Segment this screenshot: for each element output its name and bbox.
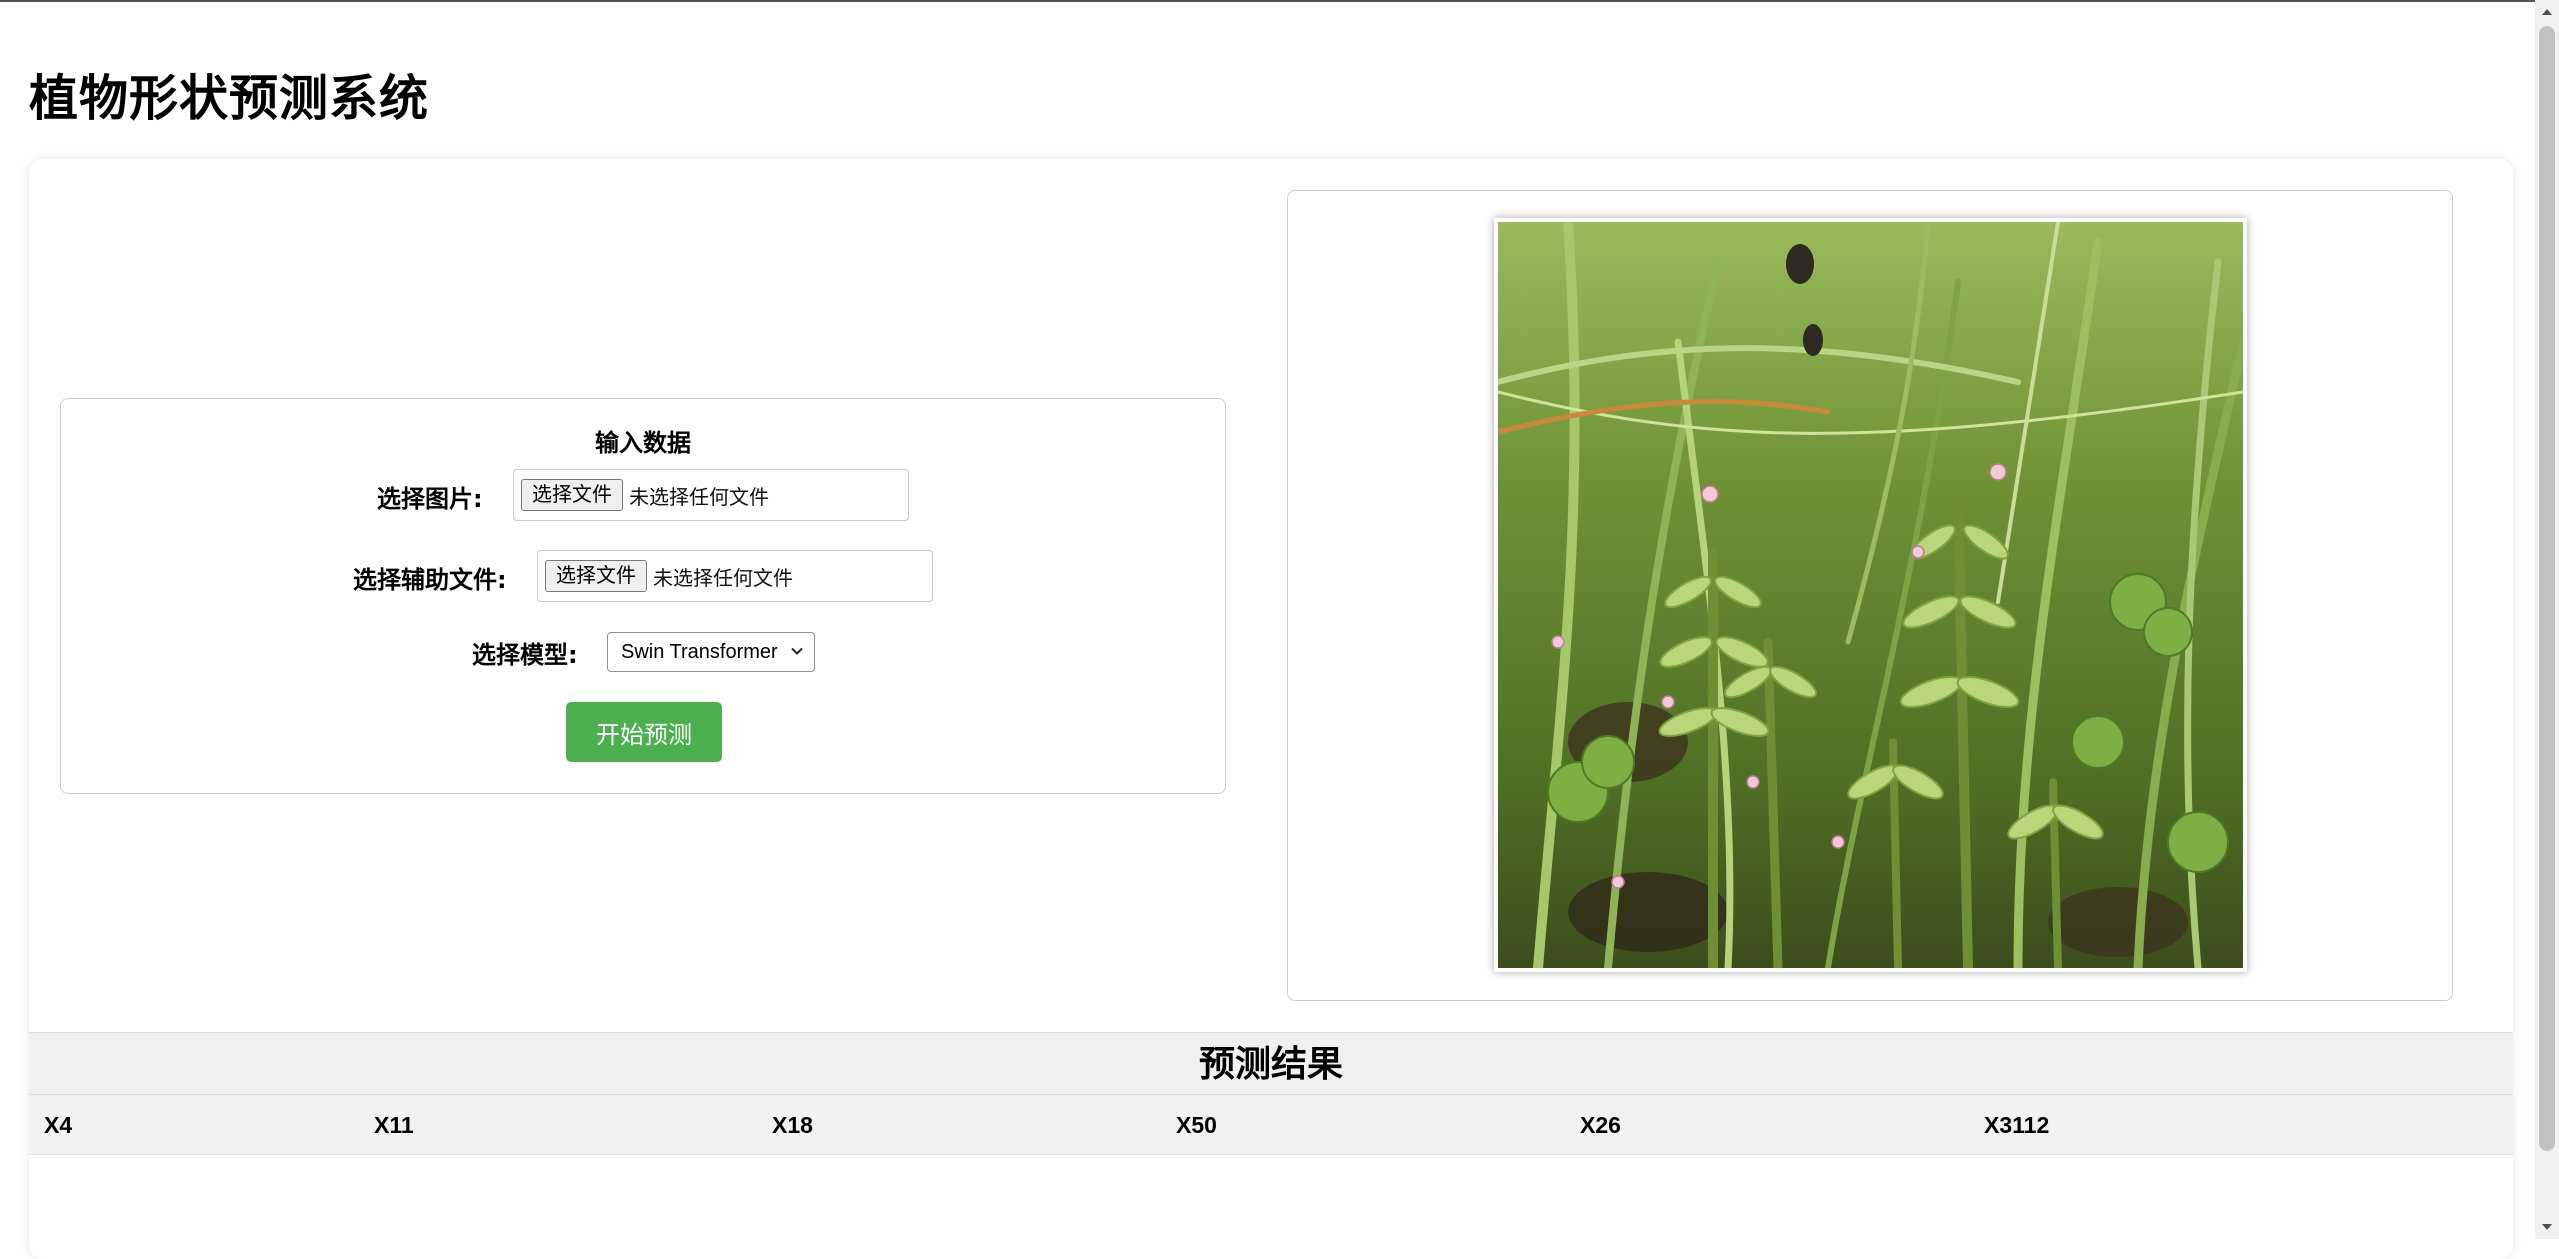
results-table-header: X4 X11 X18 X50 X26 X3112 <box>29 1095 2513 1155</box>
page-title: 植物形状预测系统 <box>29 70 430 127</box>
image-file-input[interactable]: 选择文件 未选择任何文件 <box>513 469 909 521</box>
chevron-down-icon <box>791 647 803 655</box>
scrollbar-thumb[interactable] <box>2539 26 2555 1151</box>
aux-file-field-label: 选择辅助文件: <box>353 566 507 594</box>
aux-choose-file-button[interactable]: 选择文件 <box>545 560 647 592</box>
model-field-label: 选择模型: <box>472 641 578 669</box>
column-header-x18: X18 <box>772 1112 813 1138</box>
column-header-x26: X26 <box>1580 1112 1621 1138</box>
column-header-x4: X4 <box>44 1112 73 1138</box>
scroll-up-arrow-icon[interactable] <box>2535 0 2559 24</box>
model-select[interactable]: Swin Transformer <box>607 632 815 672</box>
image-field-label: 选择图片: <box>377 485 483 513</box>
column-header-x11: X11 <box>374 1112 414 1138</box>
results-title: 预测结果 <box>29 1032 2513 1095</box>
aux-file-status: 未选择任何文件 <box>653 565 793 590</box>
image-file-status: 未选择任何文件 <box>629 484 769 509</box>
scroll-down-arrow-icon[interactable] <box>2535 1215 2559 1239</box>
start-prediction-button[interactable]: 开始预测 <box>566 702 722 762</box>
image-choose-file-button[interactable]: 选择文件 <box>521 479 623 511</box>
column-header-x3112: X3112 <box>1984 1112 2050 1138</box>
input-panel: 输入数据 选择图片: 选择文件 未选择任何文件 选择辅助文件: 选择文件 未选择… <box>60 398 1226 794</box>
column-header-x50: X50 <box>1176 1112 1217 1138</box>
plant-photo <box>1494 218 2247 972</box>
vertical-scrollbar[interactable] <box>2535 0 2559 1239</box>
window-top-border <box>0 0 2559 2</box>
aux-file-input[interactable]: 选择文件 未选择任何文件 <box>537 550 933 602</box>
input-section-title: 输入数据 <box>595 429 691 457</box>
model-select-value: Swin Transformer <box>621 640 778 663</box>
